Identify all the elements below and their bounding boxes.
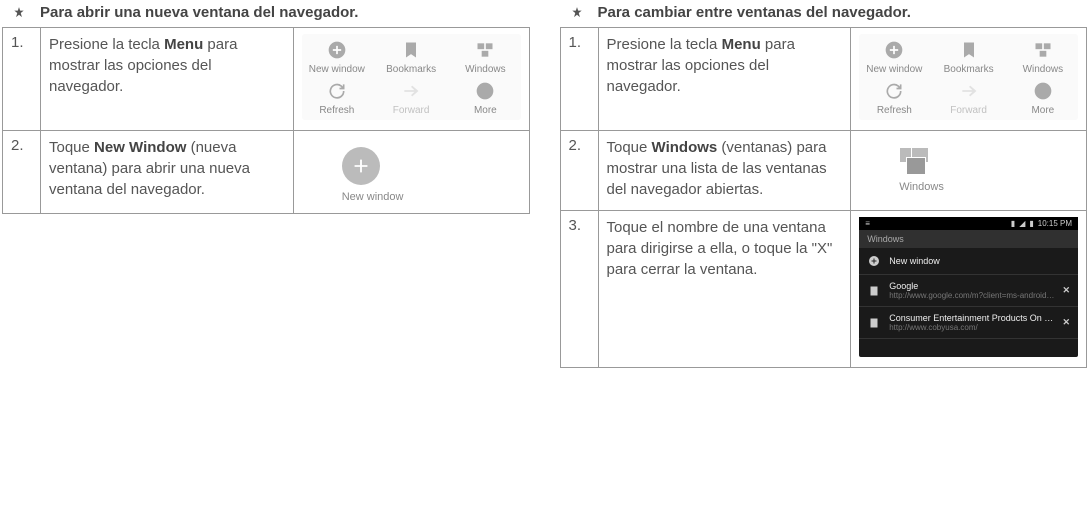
menu-label: More — [474, 105, 497, 116]
menu-label: Bookmarks — [944, 64, 994, 75]
right-column: Para cambiar entre ventanas del navegado… — [560, 0, 1088, 368]
browser-menu-screenshot: New window Bookmarks Windows Refres — [293, 28, 529, 131]
new-window-row[interactable]: New window — [859, 248, 1078, 275]
right-heading: Para cambiar entre ventanas del navegado… — [570, 4, 1088, 21]
step-number: 1. — [560, 28, 598, 131]
more-icon — [473, 79, 497, 103]
menu-windows[interactable]: Windows — [1010, 38, 1076, 75]
plus-circle-icon[interactable] — [342, 147, 380, 185]
plus-circle-icon — [325, 38, 349, 62]
menu-label: Forward — [393, 105, 430, 116]
window-list-item[interactable]: Consumer Entertainment Products On the G… — [859, 307, 1078, 339]
browser-menu-screenshot: New window Bookmarks Windows Refres — [851, 28, 1087, 131]
page-icon — [867, 316, 881, 330]
window-list-item[interactable]: Google http://www.google.com/m?client=ms… — [859, 275, 1078, 307]
clock: 10:15 PM — [1038, 219, 1072, 228]
star-icon — [570, 6, 584, 20]
plus-circle-icon — [882, 38, 906, 62]
refresh-icon — [882, 79, 906, 103]
menu-label: Refresh — [319, 105, 354, 116]
menu-new-window[interactable]: New window — [304, 38, 370, 75]
windows-tab-header: Windows — [859, 230, 1078, 248]
right-heading-text: Para cambiar entre ventanas del navegado… — [598, 4, 911, 21]
table-row: 3. Toque el nombre de una ventana para d… — [560, 211, 1087, 368]
table-row: 2. Toque New Window (nueva ventana) para… — [3, 131, 530, 214]
windows-icon[interactable] — [899, 147, 933, 175]
menu-label: Windows — [465, 64, 506, 75]
status-bar: ≡ ▮ ◢ ▮ 10:15 PM — [859, 217, 1078, 230]
windows-list-screenshot: ≡ ▮ ◢ ▮ 10:15 PM Windows New window — [851, 211, 1087, 368]
step-number: 3. — [560, 211, 598, 368]
forward-icon — [957, 79, 981, 103]
menu-new-window[interactable]: New window — [861, 38, 927, 75]
menu-label: More — [1031, 105, 1054, 116]
new-window-icon-screenshot: New window — [293, 131, 529, 214]
menu-more[interactable]: More — [1010, 79, 1076, 116]
step-text: Presione la tecla Menu para mostrar las … — [598, 28, 851, 131]
star-icon — [12, 6, 26, 20]
menu-label: New window — [309, 64, 365, 75]
single-label: Windows — [899, 181, 944, 193]
step-number: 2. — [560, 131, 598, 211]
menu-bookmarks[interactable]: Bookmarks — [935, 38, 1001, 75]
right-steps-table: 1. Presione la tecla Menu para mostrar l… — [560, 27, 1088, 368]
step-text: Toque New Window (nueva ventana) para ab… — [41, 131, 294, 214]
menu-forward[interactable]: Forward — [935, 79, 1001, 116]
windows-icon — [1031, 38, 1055, 62]
windows-icon — [473, 38, 497, 62]
menu-label: Forward — [950, 105, 987, 116]
plus-circle-icon — [867, 254, 881, 268]
step-text: Toque Windows (ventanas) para mostrar un… — [598, 131, 851, 211]
step-number: 2. — [3, 131, 41, 214]
step-text: Toque el nombre de una ventana para diri… — [598, 211, 851, 368]
menu-refresh[interactable]: Refresh — [861, 79, 927, 116]
menu-windows[interactable]: Windows — [452, 38, 518, 75]
more-icon — [1031, 79, 1055, 103]
menu-label: Windows — [1023, 64, 1064, 75]
close-icon[interactable]: ✕ — [1062, 317, 1070, 328]
wifi-icon: ◢ — [1019, 219, 1025, 228]
close-icon[interactable]: ✕ — [1062, 285, 1070, 296]
left-column: Para abrir una nueva ventana del navegad… — [2, 0, 530, 368]
carrier-icon: ≡ — [865, 219, 870, 228]
menu-refresh[interactable]: Refresh — [304, 79, 370, 116]
menu-more[interactable]: More — [452, 79, 518, 116]
bookmark-icon — [399, 38, 423, 62]
windows-icon-screenshot: Windows — [851, 131, 1087, 211]
step-text: Presione la tecla Menu para mostrar las … — [41, 28, 294, 131]
table-row: 1. Presione la tecla Menu para mostrar l… — [3, 28, 530, 131]
battery-icon: ▮ — [1029, 219, 1033, 228]
menu-label: New window — [866, 64, 922, 75]
refresh-icon — [325, 79, 349, 103]
menu-label: Bookmarks — [386, 64, 436, 75]
menu-forward[interactable]: Forward — [378, 79, 444, 116]
menu-bookmarks[interactable]: Bookmarks — [378, 38, 444, 75]
table-row: 2. Toque Windows (ventanas) para mostrar… — [560, 131, 1087, 211]
step-number: 1. — [3, 28, 41, 131]
bookmark-icon — [957, 38, 981, 62]
single-label: New window — [342, 191, 404, 203]
forward-icon — [399, 79, 423, 103]
left-steps-table: 1. Presione la tecla Menu para mostrar l… — [2, 27, 530, 214]
left-heading-text: Para abrir una nueva ventana del navegad… — [40, 4, 358, 21]
table-row: 1. Presione la tecla Menu para mostrar l… — [560, 28, 1087, 131]
signal-icon: ▮ — [1011, 219, 1015, 228]
menu-label: Refresh — [877, 105, 912, 116]
page-icon — [867, 284, 881, 298]
left-heading: Para abrir una nueva ventana del navegad… — [12, 4, 530, 21]
